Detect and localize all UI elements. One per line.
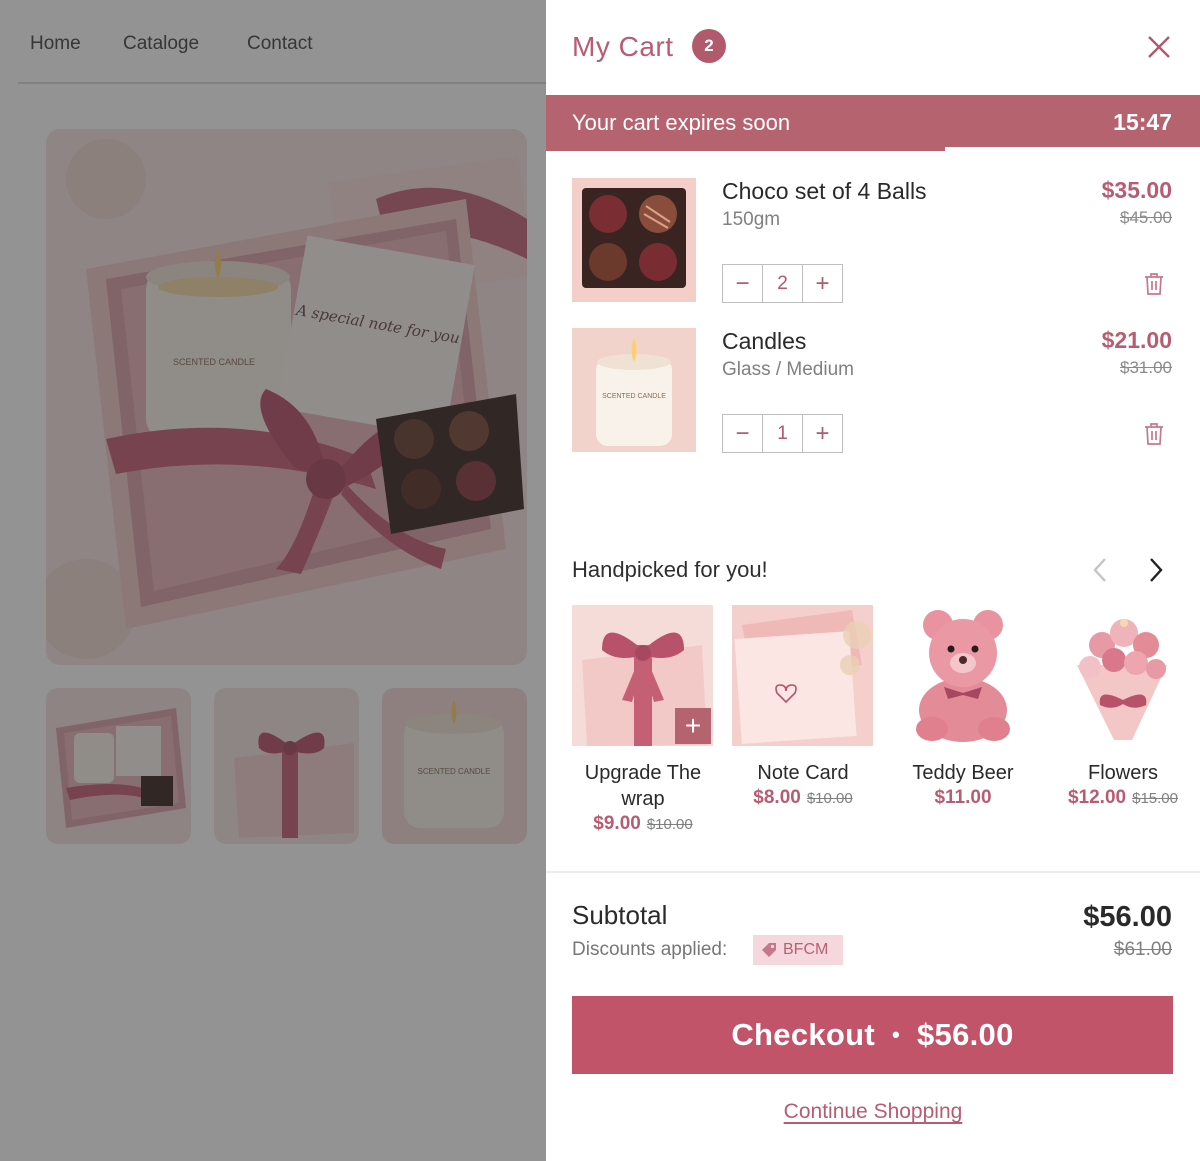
item-image-chocolates <box>572 178 696 302</box>
product-price-row: $11.00 <box>880 787 1046 809</box>
product-compare-price: $10.00 <box>806 790 853 807</box>
checkout-separator: • <box>892 1022 901 1047</box>
quantity-value[interactable]: 1 <box>762 415 803 452</box>
product-name: Flowers <box>1087 762 1158 784</box>
item-candle-label-text: SCENTED CANDLE <box>602 393 666 400</box>
product-image-gift-wrap: + <box>572 605 713 746</box>
expiry-message: Your cart expires soon <box>572 110 791 135</box>
tag-icon <box>762 943 776 957</box>
section-divider <box>546 871 1200 873</box>
expiry-timer: 15:47 <box>1113 109 1172 135</box>
subtotal-label: Subtotal <box>572 900 668 930</box>
item-name[interactable]: Choco set of 4 Balls <box>722 178 927 205</box>
checkout-button[interactable]: Checkout • $56.00 <box>572 996 1173 1074</box>
item-name[interactable]: Candles <box>722 328 806 355</box>
subtotal-value: $56.00 <box>1083 901 1172 933</box>
remove-item-button[interactable] <box>1143 272 1165 296</box>
item-price: $21.00 <box>1101 327 1172 353</box>
cart-drawer: My Cart 2 Your cart expires soon 15:47 C… <box>546 0 1200 1161</box>
product-price: $11.00 <box>934 787 992 808</box>
continue-shopping-link[interactable]: Continue Shopping <box>784 1100 963 1123</box>
product-name: Note Card <box>757 762 849 784</box>
checkout-label: Checkout <box>731 1017 875 1052</box>
cart-line-item: SCENTED CANDLE Candles Glass / Medium $2… <box>546 327 1200 458</box>
trash-icon <box>1145 273 1163 295</box>
carousel-next-button[interactable] <box>1146 556 1166 584</box>
product-price-row: $12.00 $15.00 <box>1040 787 1200 809</box>
item-compare-price: $31.00 <box>1120 358 1172 377</box>
continue-shopping-row: Continue Shopping <box>546 1100 1200 1124</box>
increase-quantity-button[interactable]: + <box>803 265 842 302</box>
product-price-row: $8.00 $10.00 <box>720 787 886 809</box>
handpicked-heading: Handpicked for you! <box>572 557 768 582</box>
discount-code-text: BFCM <box>783 941 829 958</box>
product-price: $9.00 <box>593 813 641 834</box>
discount-code-badge: BFCM <box>753 935 843 965</box>
item-price: $35.00 <box>1101 177 1172 203</box>
quantity-stepper: − 2 + <box>722 264 843 303</box>
remove-item-button[interactable] <box>1143 422 1165 446</box>
chevron-left-icon <box>1093 558 1106 582</box>
carousel-prev-button[interactable] <box>1090 556 1110 584</box>
item-variant: Glass / Medium <box>722 359 854 380</box>
close-icon <box>1148 36 1170 58</box>
checkout-amount: $56.00 <box>917 1017 1014 1052</box>
increase-quantity-button[interactable]: + <box>803 415 842 452</box>
cart-line-item: Choco set of 4 Balls 150gm $35.00 $45.00… <box>546 177 1200 308</box>
cart-count-badge: 2 <box>692 29 726 63</box>
add-to-cart-button[interactable]: + <box>675 708 711 744</box>
subtotal-compare-price: $61.00 <box>1113 939 1172 960</box>
expiry-progress-fill <box>546 147 945 151</box>
item-compare-price: $45.00 <box>1120 208 1172 227</box>
product-compare-price: $15.00 <box>1132 790 1178 807</box>
product-name: Upgrade The wrap <box>584 762 702 810</box>
close-cart-button[interactable] <box>1144 32 1174 62</box>
product-image-note-card <box>732 605 873 746</box>
product-price-row: $9.00 $10.00 <box>560 813 726 835</box>
product-image-teddy-bear <box>892 605 1033 746</box>
product-image-flowers <box>1052 605 1193 746</box>
discounts-label: Discounts applied: <box>572 939 728 960</box>
product-price: $8.00 <box>753 787 801 808</box>
product-name: Teddy Beer <box>912 762 1014 784</box>
cart-expiry-banner: Your cart expires soon 15:47 <box>546 95 1200 151</box>
chevron-right-icon <box>1150 558 1163 582</box>
trash-icon <box>1145 423 1163 445</box>
quantity-stepper: − 1 + <box>722 414 843 453</box>
item-image-candle: SCENTED CANDLE <box>572 328 696 452</box>
expiry-progress-track <box>546 147 1200 151</box>
decrease-quantity-button[interactable]: − <box>723 415 762 452</box>
quantity-value[interactable]: 2 <box>762 265 803 302</box>
item-variant: 150gm <box>722 209 781 230</box>
decrease-quantity-button[interactable]: − <box>723 265 762 302</box>
product-price: $12.00 <box>1067 787 1127 808</box>
cart-title: My Cart <box>572 31 674 62</box>
product-compare-price: $10.00 <box>646 816 693 833</box>
